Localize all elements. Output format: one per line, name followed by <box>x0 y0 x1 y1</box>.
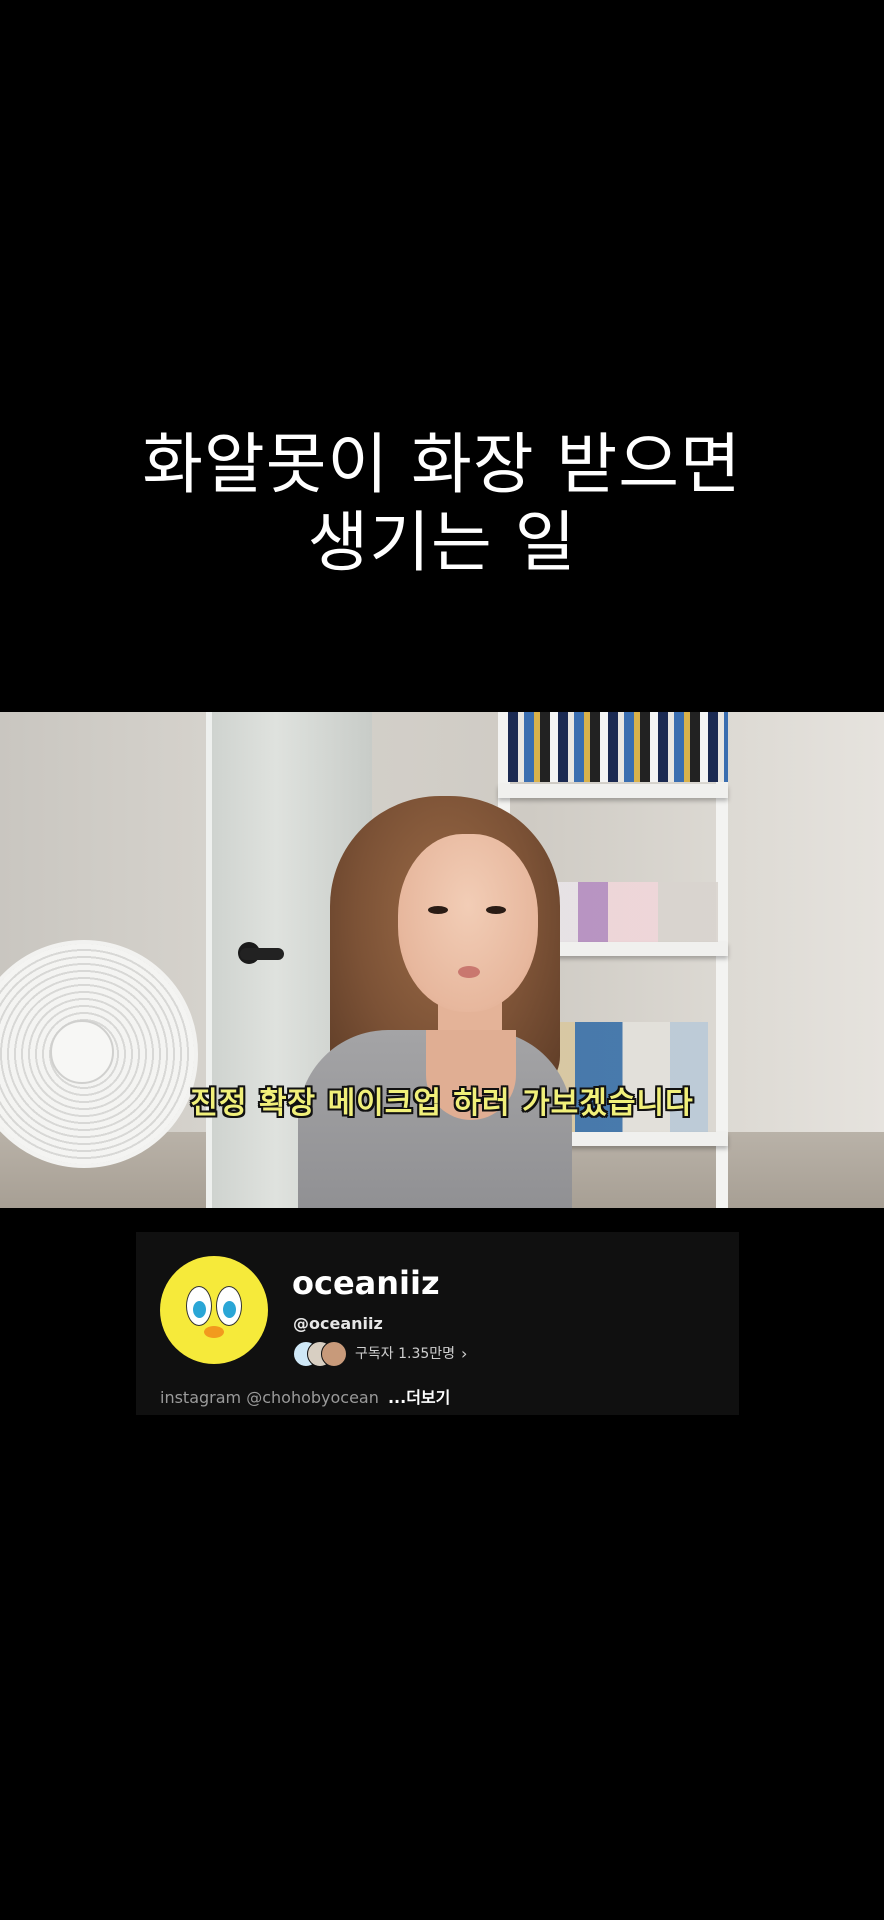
subscriber-avatars <box>293 1340 349 1367</box>
chevron-right-icon[interactable]: › <box>461 1344 467 1363</box>
channel-card[interactable]: oceaniiz @oceaniiz 구독자 1.35만명 › instagra… <box>136 1232 739 1415</box>
subscriber-count: 구독자 1.35만명 <box>355 1346 456 1362</box>
subscriber-row[interactable]: 구독자 1.35만명 › <box>293 1340 467 1367</box>
video-subtitle: 진정 확장 메이크업 하러 가보겠습니다 <box>190 1086 694 1121</box>
video-frame[interactable] <box>0 712 884 1208</box>
channel-description-text: instagram @chohobyocean <box>160 1388 379 1407</box>
shelf-board-1 <box>498 784 728 798</box>
channel-handle: @oceaniiz <box>293 1314 383 1333</box>
person-eye-right <box>486 906 506 914</box>
shelf-books <box>508 712 728 782</box>
short-title: 화알못이 화장 받으면 생기는 일 <box>0 426 884 582</box>
avatar-eye-right <box>216 1286 242 1326</box>
channel-name[interactable]: oceaniiz <box>292 1264 440 1302</box>
person-face <box>398 834 538 1012</box>
avatar-eye-left <box>186 1286 212 1326</box>
person-mouth <box>458 966 480 978</box>
channel-avatar[interactable] <box>160 1256 268 1364</box>
title-line-1: 화알못이 화장 받으면 <box>142 426 742 503</box>
avatar-beak <box>204 1326 224 1338</box>
channel-description[interactable]: instagram @chohobyocean ...더보기 <box>160 1384 450 1408</box>
title-line-2: 생기는 일 <box>307 504 577 581</box>
more-button[interactable]: ...더보기 <box>388 1388 450 1407</box>
subscriber-avatar-3 <box>321 1341 347 1367</box>
fan-center <box>50 1020 114 1084</box>
person-eye-left <box>428 906 448 914</box>
door-handle <box>240 948 284 960</box>
